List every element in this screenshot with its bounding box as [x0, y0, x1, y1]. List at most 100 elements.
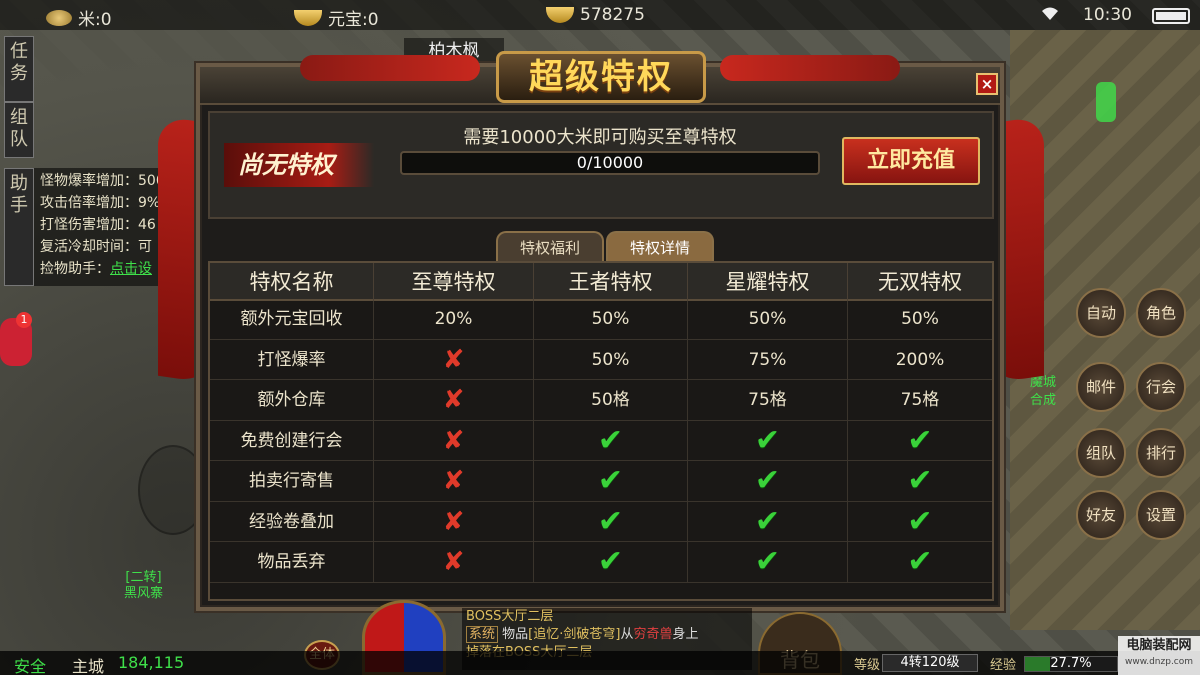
- friends-button[interactable]: 好友: [1076, 490, 1126, 540]
- chat-text: 身上: [672, 627, 699, 642]
- check-icon: ✔: [848, 502, 992, 542]
- header-supreme: 至尊特权: [374, 263, 534, 301]
- watermark: 电脑装配网 www.dnzp.com: [1118, 636, 1200, 675]
- check-icon: ✔: [688, 461, 848, 501]
- privilege-name-cell: 物品丢弃: [210, 542, 374, 582]
- cross-icon: ✘: [442, 385, 465, 415]
- privilege-value-cell: 50格: [534, 380, 688, 420]
- check-icon: ✔: [597, 422, 624, 458]
- player-map-marker: [1096, 82, 1116, 122]
- check-icon: ✔: [907, 544, 933, 579]
- guild-button[interactable]: 行会: [1136, 362, 1186, 412]
- privilege-name-cell: 打怪爆率: [210, 339, 374, 379]
- npc-label-line: 黑风寨: [124, 586, 164, 601]
- privilege-value-cell: 75格: [900, 390, 940, 410]
- table-body: 额外元宝回收 20% 50% 50% 50% 打怪爆率 ✘ 50% 75% 200% 额外仓库 ✘ 50…: [210, 285, 992, 583]
- chat-line: BOSS大厅二层: [466, 609, 554, 624]
- purchase-panel: 尚无特权 需要10000大米即可购买至尊特权 0/10000 立即充值: [208, 111, 994, 219]
- assist-tab[interactable]: 助手: [4, 168, 34, 286]
- check-icon: ✔: [907, 422, 933, 458]
- ranking-button[interactable]: 排行: [1136, 428, 1186, 478]
- tab-privilege-benefits[interactable]: 特权福利: [496, 231, 605, 261]
- character-button-label: 角色: [1145, 304, 1176, 322]
- check-icon: ✔: [688, 420, 848, 460]
- team-tab[interactable]: 组队: [4, 102, 34, 158]
- level-label: 等级: [854, 658, 881, 673]
- mail-button-label: 邮件: [1085, 378, 1116, 396]
- clock: 10:30: [1083, 5, 1132, 25]
- task-tab[interactable]: 任务: [4, 36, 34, 102]
- pickup-label: 捡物助手：: [40, 261, 110, 277]
- character-button[interactable]: 角色: [1136, 288, 1186, 338]
- privilege-name-cell: 额外仓库: [210, 380, 374, 420]
- privilege-value-cell: 50%: [534, 339, 688, 379]
- cross-icon: ✘: [374, 461, 534, 501]
- watermark-title: 电脑装配网: [1126, 638, 1192, 653]
- check-icon: ✔: [597, 544, 624, 579]
- exp-percent: 27.7%: [1050, 656, 1092, 671]
- cross-icon: ✘: [442, 344, 465, 375]
- requirement-text: 需要10000大米即可购买至尊特权: [463, 127, 737, 148]
- recharge-button[interactable]: 立即充值: [842, 137, 980, 185]
- gold-value: 578275: [580, 5, 645, 25]
- monster-name: 穷奇兽: [633, 627, 673, 642]
- level-value: 4转120级: [882, 654, 978, 672]
- status-bar: 米:0 元宝:0 578275 10:30: [0, 0, 1200, 30]
- cross-icon: ✘: [442, 425, 465, 456]
- settings-button[interactable]: 设置: [1136, 490, 1186, 540]
- check-icon: ✔: [534, 542, 688, 582]
- check-icon: ✔: [848, 421, 992, 461]
- check-icon: ✔: [754, 463, 781, 498]
- header-peerless: 无双特权: [878, 270, 962, 294]
- assist-tab-label: 助手: [10, 173, 28, 216]
- check-icon: ✔: [907, 503, 933, 539]
- cross-icon: ✘: [374, 420, 534, 460]
- system-tag: 系统: [466, 626, 499, 643]
- bottom-status-bar: 安全 主城 184,115: [0, 651, 1200, 675]
- dialog-title: 超级特权: [496, 51, 706, 103]
- cross-icon: ✘: [374, 380, 534, 420]
- check-icon: ✔: [597, 463, 624, 498]
- mail-button[interactable]: 邮件: [1076, 362, 1126, 412]
- ranking-button-label: 排行: [1145, 444, 1176, 462]
- auto-button-label: 自动: [1085, 304, 1116, 322]
- item-link[interactable]: [追忆·剑破苍穹]: [528, 627, 620, 642]
- auto-button[interactable]: 自动: [1076, 288, 1126, 338]
- coordinates: 184,115: [118, 653, 185, 672]
- table-row: 经验卷叠加 ✘ ✔ ✔ ✔: [210, 501, 992, 542]
- privilege-value-cell: 50%: [534, 299, 688, 339]
- title-wing-right: [720, 55, 900, 81]
- gold-icon: [546, 7, 574, 23]
- chat-line: 系统 物品[追忆·剑破苍穹]从穷奇兽身上: [466, 626, 748, 644]
- synthesis-label[interactable]: 魔城 合成: [1030, 374, 1056, 410]
- check-icon: ✔: [688, 501, 848, 541]
- privilege-value-cell: 50%: [688, 299, 848, 339]
- yuanbao-counter: 元宝:0: [294, 5, 379, 30]
- check-icon: ✔: [534, 461, 688, 501]
- rice-icon: [46, 9, 72, 26]
- yuanbao-value: 元宝:0: [328, 10, 379, 30]
- check-icon: ✔: [754, 422, 781, 458]
- yuanbao-icon: [294, 9, 322, 26]
- close-button[interactable]: ×: [976, 73, 998, 95]
- tab-bar: 特权福利 特权详情: [496, 231, 715, 261]
- privilege-value-cell: 200%: [895, 349, 945, 370]
- pickup-settings-link[interactable]: 点击设: [110, 261, 152, 277]
- chat-text: 物品: [502, 627, 529, 642]
- table-row: 额外仓库 ✘ 50格 75格 75格: [210, 380, 992, 421]
- cross-icon: ✘: [374, 339, 534, 379]
- super-privilege-dialog: 超级特权 × 尚无特权 需要10000大米即可购买至尊特权 0/10000 立即…: [196, 51, 1004, 611]
- check-icon: ✔: [848, 542, 992, 582]
- privilege-value-cell: 75%: [688, 339, 848, 379]
- npc-label: [二转] 黑风寨: [124, 570, 163, 602]
- table-row: 物品丢弃 ✘ ✔ ✔ ✔: [210, 542, 992, 583]
- battery-icon: [1152, 8, 1190, 24]
- tab-privilege-details[interactable]: 特权详情: [606, 231, 715, 261]
- check-icon: ✔: [534, 420, 688, 460]
- team-button[interactable]: 组队: [1076, 428, 1126, 478]
- table-row: 免费创建行会 ✘ ✔ ✔ ✔: [210, 420, 992, 461]
- privilege-name-cell: 拍卖行寄售: [210, 461, 374, 501]
- check-icon: ✔: [754, 503, 781, 539]
- cross-icon: ✘: [374, 501, 534, 541]
- privilege-table[interactable]: 特权名称 至尊特权 王者特权 星耀特权 无双特权 额外元宝回收 20% 50% 50%…: [208, 261, 994, 601]
